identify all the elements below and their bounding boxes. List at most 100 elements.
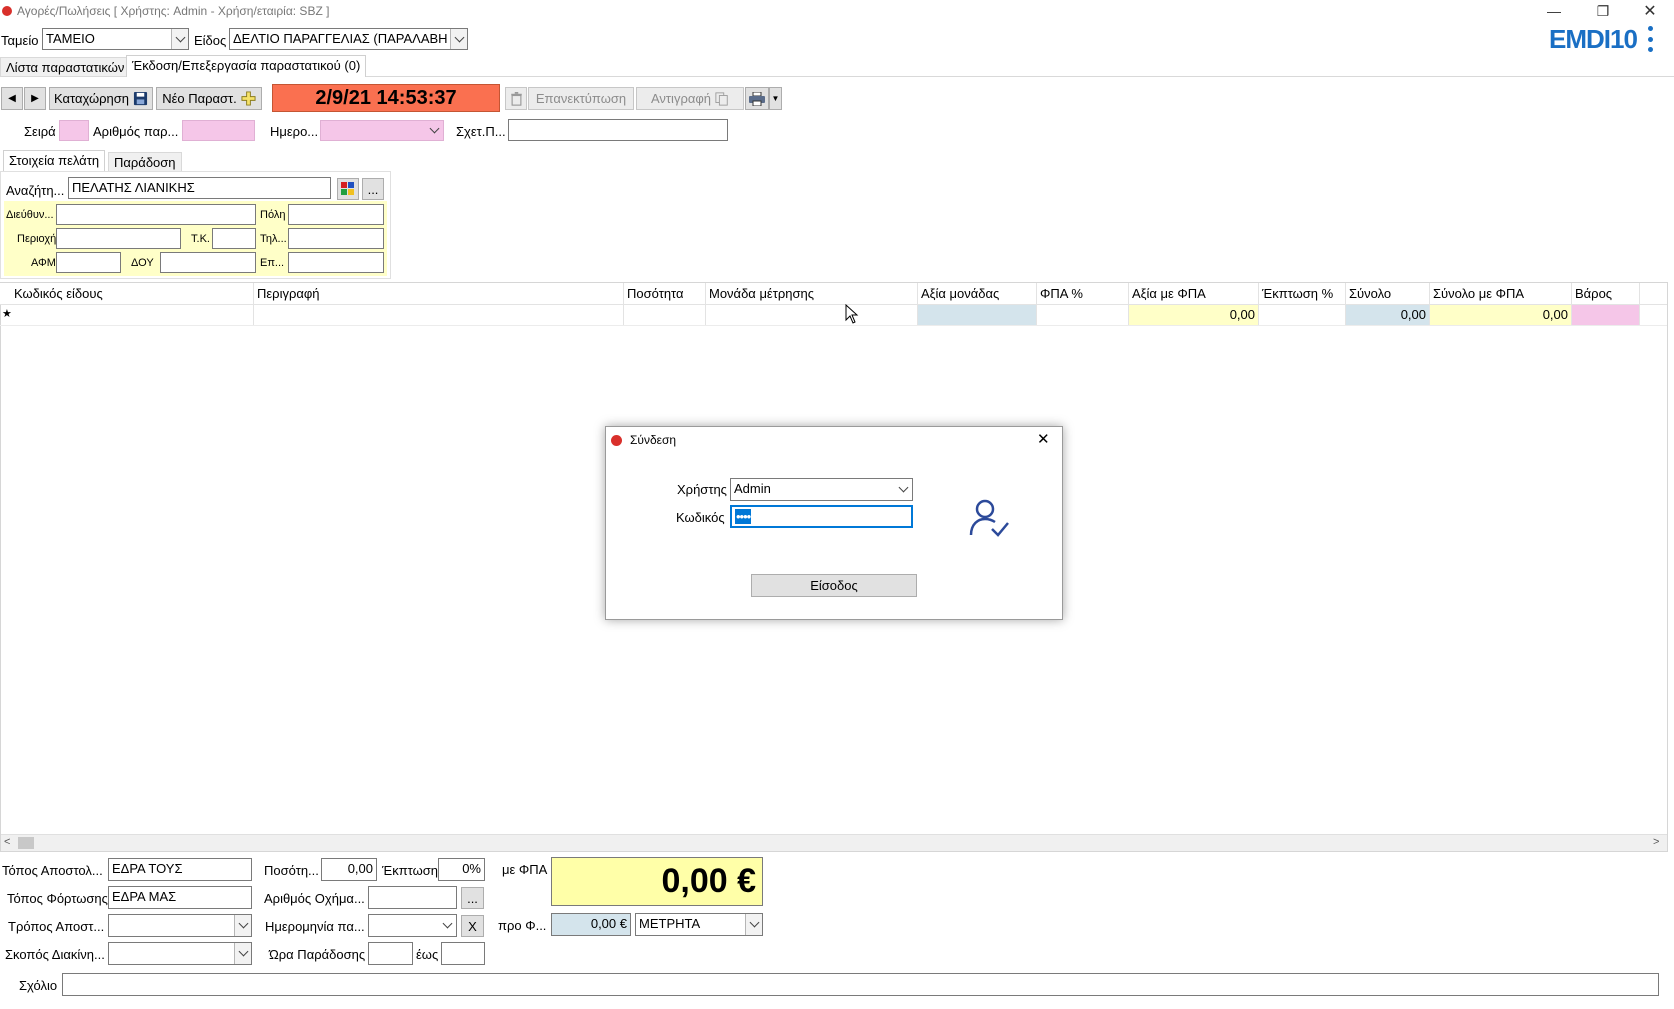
chevron-down-icon[interactable] <box>439 915 456 936</box>
customer-search-input[interactable]: ΠΕΛΑΤΗΣ ΛΙΑΝΙΚΗΣ <box>68 177 331 199</box>
ep-input[interactable] <box>288 252 384 273</box>
imerominia-label: Ημερο... <box>270 124 319 139</box>
tameio-select[interactable]: ΤΑΜΕΙΟ <box>42 28 189 50</box>
arithmos-input[interactable] <box>182 120 255 141</box>
chevron-down-icon[interactable] <box>234 943 251 964</box>
grid-header: Κωδικός είδους Περιγραφή Ποσότητα Μονάδα… <box>0 283 1667 305</box>
oxima-more-button[interactable]: ... <box>461 887 484 909</box>
tab-customer-details[interactable]: Στοιχεία πελάτη <box>3 150 106 171</box>
seira-input[interactable] <box>59 120 89 141</box>
cell-code[interactable] <box>11 305 254 325</box>
chevron-down-icon[interactable] <box>426 121 443 140</box>
column-header[interactable]: Μονάδα μέτρησης <box>706 283 918 305</box>
trash-icon <box>510 91 522 106</box>
topos-apostolis-input[interactable]: ΕΔΡΑ ΤΟΥΣ <box>108 858 252 881</box>
tk-input[interactable] <box>212 228 256 249</box>
column-header[interactable]: ΦΠΑ % <box>1037 283 1129 305</box>
next-button[interactable]: ▶ <box>24 87 46 110</box>
column-header[interactable]: Βάρος <box>1572 283 1640 305</box>
column-header[interactable]: Σύνολο <box>1346 283 1430 305</box>
user-label: Χρήστης <box>677 482 727 497</box>
column-header[interactable]: Περιγραφή <box>254 283 624 305</box>
eidos-label: Είδος <box>194 33 227 48</box>
copy-button[interactable]: Αντιγραφή <box>636 87 744 110</box>
prev-button[interactable]: ◀ <box>1 87 23 110</box>
table-row[interactable]: ★ 0,00 0,00 0,00 <box>0 305 1667 326</box>
sxet-input[interactable] <box>508 119 728 141</box>
user-select[interactable]: Admin <box>730 478 913 501</box>
tab-delivery[interactable]: Παράδοση <box>108 152 182 172</box>
chevron-down-icon[interactable] <box>450 29 467 49</box>
total-with-vat-value: 0,00 € <box>661 862 756 900</box>
tk-label: Τ.Κ. <box>191 233 210 245</box>
new-document-label: Νέο Παραστ. <box>162 91 237 106</box>
tab-document-list[interactable]: Λίστα παραστατικών <box>0 57 131 77</box>
cell-vat[interactable] <box>1037 305 1129 325</box>
topos-fortosis-input[interactable]: ΕΔΡΑ ΜΑΣ <box>108 886 252 909</box>
clear-date-button[interactable]: X <box>461 915 484 937</box>
plus-icon <box>241 91 256 106</box>
cell-weight[interactable] <box>1572 305 1640 325</box>
cell-description[interactable] <box>254 305 624 325</box>
customer-more-button[interactable]: ... <box>362 178 384 200</box>
ekptosi-input[interactable]: 0% <box>438 858 485 881</box>
cell-unit[interactable] <box>706 305 918 325</box>
save-button[interactable]: Καταχώρηση <box>49 87 153 110</box>
dialog-title: Σύνδεση <box>630 433 677 447</box>
imerominia-paradosis-picker[interactable] <box>368 914 457 937</box>
address-input[interactable] <box>56 204 256 225</box>
tab-document-edit[interactable]: Έκδοση/Επεξεργασία παραστατικού (0) <box>126 55 367 77</box>
eidos-select[interactable]: ΔΕΛΤΙΟ ΠΑΡΑΓΓΕΛΙΑΣ (ΠΑΡΑΛΑΒΗ <box>229 28 468 50</box>
new-document-button[interactable]: Νέο Παραστ. <box>156 87 262 110</box>
column-header[interactable]: Έκπτωση % <box>1259 283 1346 305</box>
ora-from-input[interactable] <box>368 942 413 965</box>
password-field[interactable]: •••• <box>730 505 913 528</box>
scroll-left-arrow[interactable]: < <box>4 836 10 848</box>
ora-to-input[interactable] <box>441 942 485 965</box>
chevron-down-icon[interactable] <box>895 479 912 500</box>
pro-fpa-input[interactable]: 0,00 € <box>551 913 631 936</box>
payment-method-value: ΜΕΤΡΗΤΑ <box>639 916 701 931</box>
column-header[interactable]: Αξία με ΦΠΑ <box>1129 283 1259 305</box>
column-header[interactable]: Ποσότητα <box>624 283 706 305</box>
dialog-close-icon[interactable]: ✕ <box>1037 430 1050 448</box>
close-window-button[interactable]: ✕ <box>1627 0 1673 22</box>
chevron-down-icon[interactable] <box>234 915 251 936</box>
customer-lookup-button[interactable] <box>337 178 359 200</box>
scroll-right-arrow[interactable]: > <box>1653 836 1659 848</box>
imerominia-picker[interactable] <box>320 120 444 141</box>
skopos-select[interactable] <box>108 942 252 965</box>
cell-quantity[interactable] <box>624 305 706 325</box>
delete-button[interactable] <box>505 87 527 110</box>
cell-value-with-vat[interactable]: 0,00 <box>1129 305 1259 325</box>
minimize-button[interactable]: — <box>1531 0 1577 22</box>
login-button[interactable]: Είσοδος <box>751 574 917 597</box>
doy-input[interactable] <box>160 252 256 273</box>
cell-total[interactable]: 0,00 <box>1346 305 1430 325</box>
phone-input[interactable] <box>288 228 384 249</box>
payment-method-select[interactable]: ΜΕΤΡΗΤΑ <box>635 913 763 936</box>
chevron-down-icon[interactable] <box>171 29 188 49</box>
city-input[interactable] <box>288 204 384 225</box>
print-button[interactable] <box>745 87 769 110</box>
chevron-down-icon[interactable] <box>745 914 762 935</box>
more-menu-icon[interactable] <box>1645 26 1655 52</box>
reprint-button[interactable]: Επανεκτύπωση <box>528 87 634 110</box>
scrollbar-thumb[interactable] <box>18 837 34 849</box>
cell-discount[interactable] <box>1259 305 1346 325</box>
restore-button[interactable]: ❐ <box>1580 0 1626 22</box>
posotita-input[interactable]: 0,00 <box>321 858 377 881</box>
comment-input[interactable] <box>62 973 1659 996</box>
tropos-select[interactable] <box>108 914 252 937</box>
afm-input[interactable] <box>56 252 121 273</box>
ora-paradosis-label: Ώρα Παράδοσης <box>269 947 366 962</box>
cell-total-with-vat[interactable]: 0,00 <box>1430 305 1572 325</box>
oxima-input[interactable] <box>368 886 457 909</box>
horizontal-scrollbar[interactable]: < > <box>1 834 1667 851</box>
column-header[interactable]: Αξία μονάδας <box>918 283 1037 305</box>
column-header[interactable]: Κωδικός είδους <box>11 283 254 305</box>
cell-unit-value[interactable] <box>918 305 1037 325</box>
print-options-dropdown[interactable]: ▼ <box>769 87 782 110</box>
area-input[interactable] <box>56 228 181 249</box>
column-header[interactable]: Σύνολο με ΦΠΑ <box>1430 283 1572 305</box>
